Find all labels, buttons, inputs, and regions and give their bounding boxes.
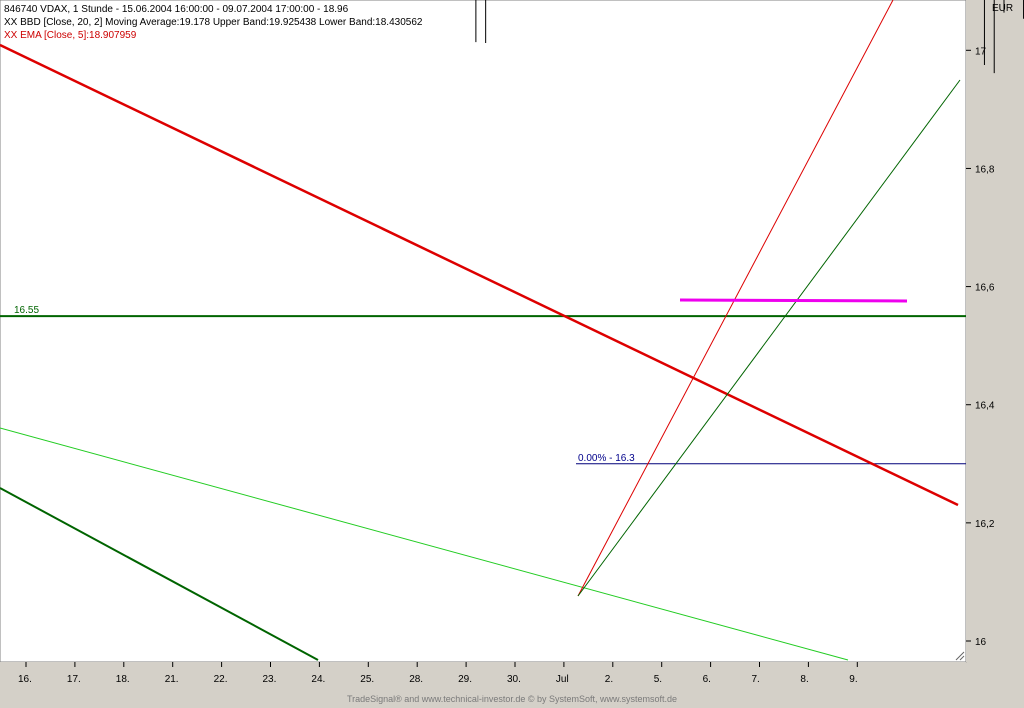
time-axis-panel	[0, 662, 966, 692]
price-tick-label: 16,6	[975, 283, 995, 294]
time-tick-label: 17.	[67, 674, 81, 685]
time-tick-label: 22.	[214, 674, 228, 685]
price-tick-label: 16,2	[975, 519, 995, 530]
time-tick-label: 29.	[458, 674, 472, 685]
chart-title: 846740 VDAX, 1 Stunde - 15.06.2004 16:00…	[4, 4, 349, 15]
chart-window: 17.8916.55138.20% - 20.789100.00% - 19.5…	[0, 0, 1024, 708]
plot-area	[0, 0, 967, 663]
footer-credit: TradeSignal® and www.technical-investor.…	[346, 694, 678, 704]
price-tick-label: 16,4	[975, 401, 995, 412]
bollinger-legend: XX BBD [Close, 20, 2] Moving Average:19.…	[4, 17, 423, 28]
support-line-label: 16.55	[14, 305, 39, 316]
time-tick-label: 2.	[605, 674, 613, 685]
time-tick-label: 21.	[165, 674, 179, 685]
time-tick-label: 5.	[654, 674, 662, 685]
price-axis-panel	[966, 0, 1024, 662]
neckline	[679, 298, 908, 303]
time-tick-label: Jul	[556, 674, 569, 685]
price-tick-label: 16	[975, 637, 987, 648]
time-tick-label: 25.	[360, 674, 374, 685]
time-tick-label: 7.	[752, 674, 760, 685]
price-tick-label: 17	[975, 46, 987, 57]
time-tick-label: 30.	[507, 674, 521, 685]
fibonacci-label: 0.00% - 16.3	[578, 453, 635, 464]
time-tick-label: 23.	[263, 674, 277, 685]
time-tick-label: 16.	[18, 674, 32, 685]
ema-legend: XX EMA [Close, 5]:18.907959	[4, 30, 137, 41]
price-chart[interactable]: 17.8916.55138.20% - 20.789100.00% - 19.5…	[0, 0, 1024, 708]
price-tick-label: 16,8	[975, 164, 995, 175]
time-tick-label: 8.	[800, 674, 808, 685]
time-tick-label: 6.	[703, 674, 711, 685]
currency-label: EUR	[992, 3, 1014, 14]
time-tick-label: 18.	[116, 674, 130, 685]
time-tick-label: 24.	[311, 674, 325, 685]
time-tick-label: 9.	[849, 674, 857, 685]
time-tick-label: 28.	[409, 674, 423, 685]
